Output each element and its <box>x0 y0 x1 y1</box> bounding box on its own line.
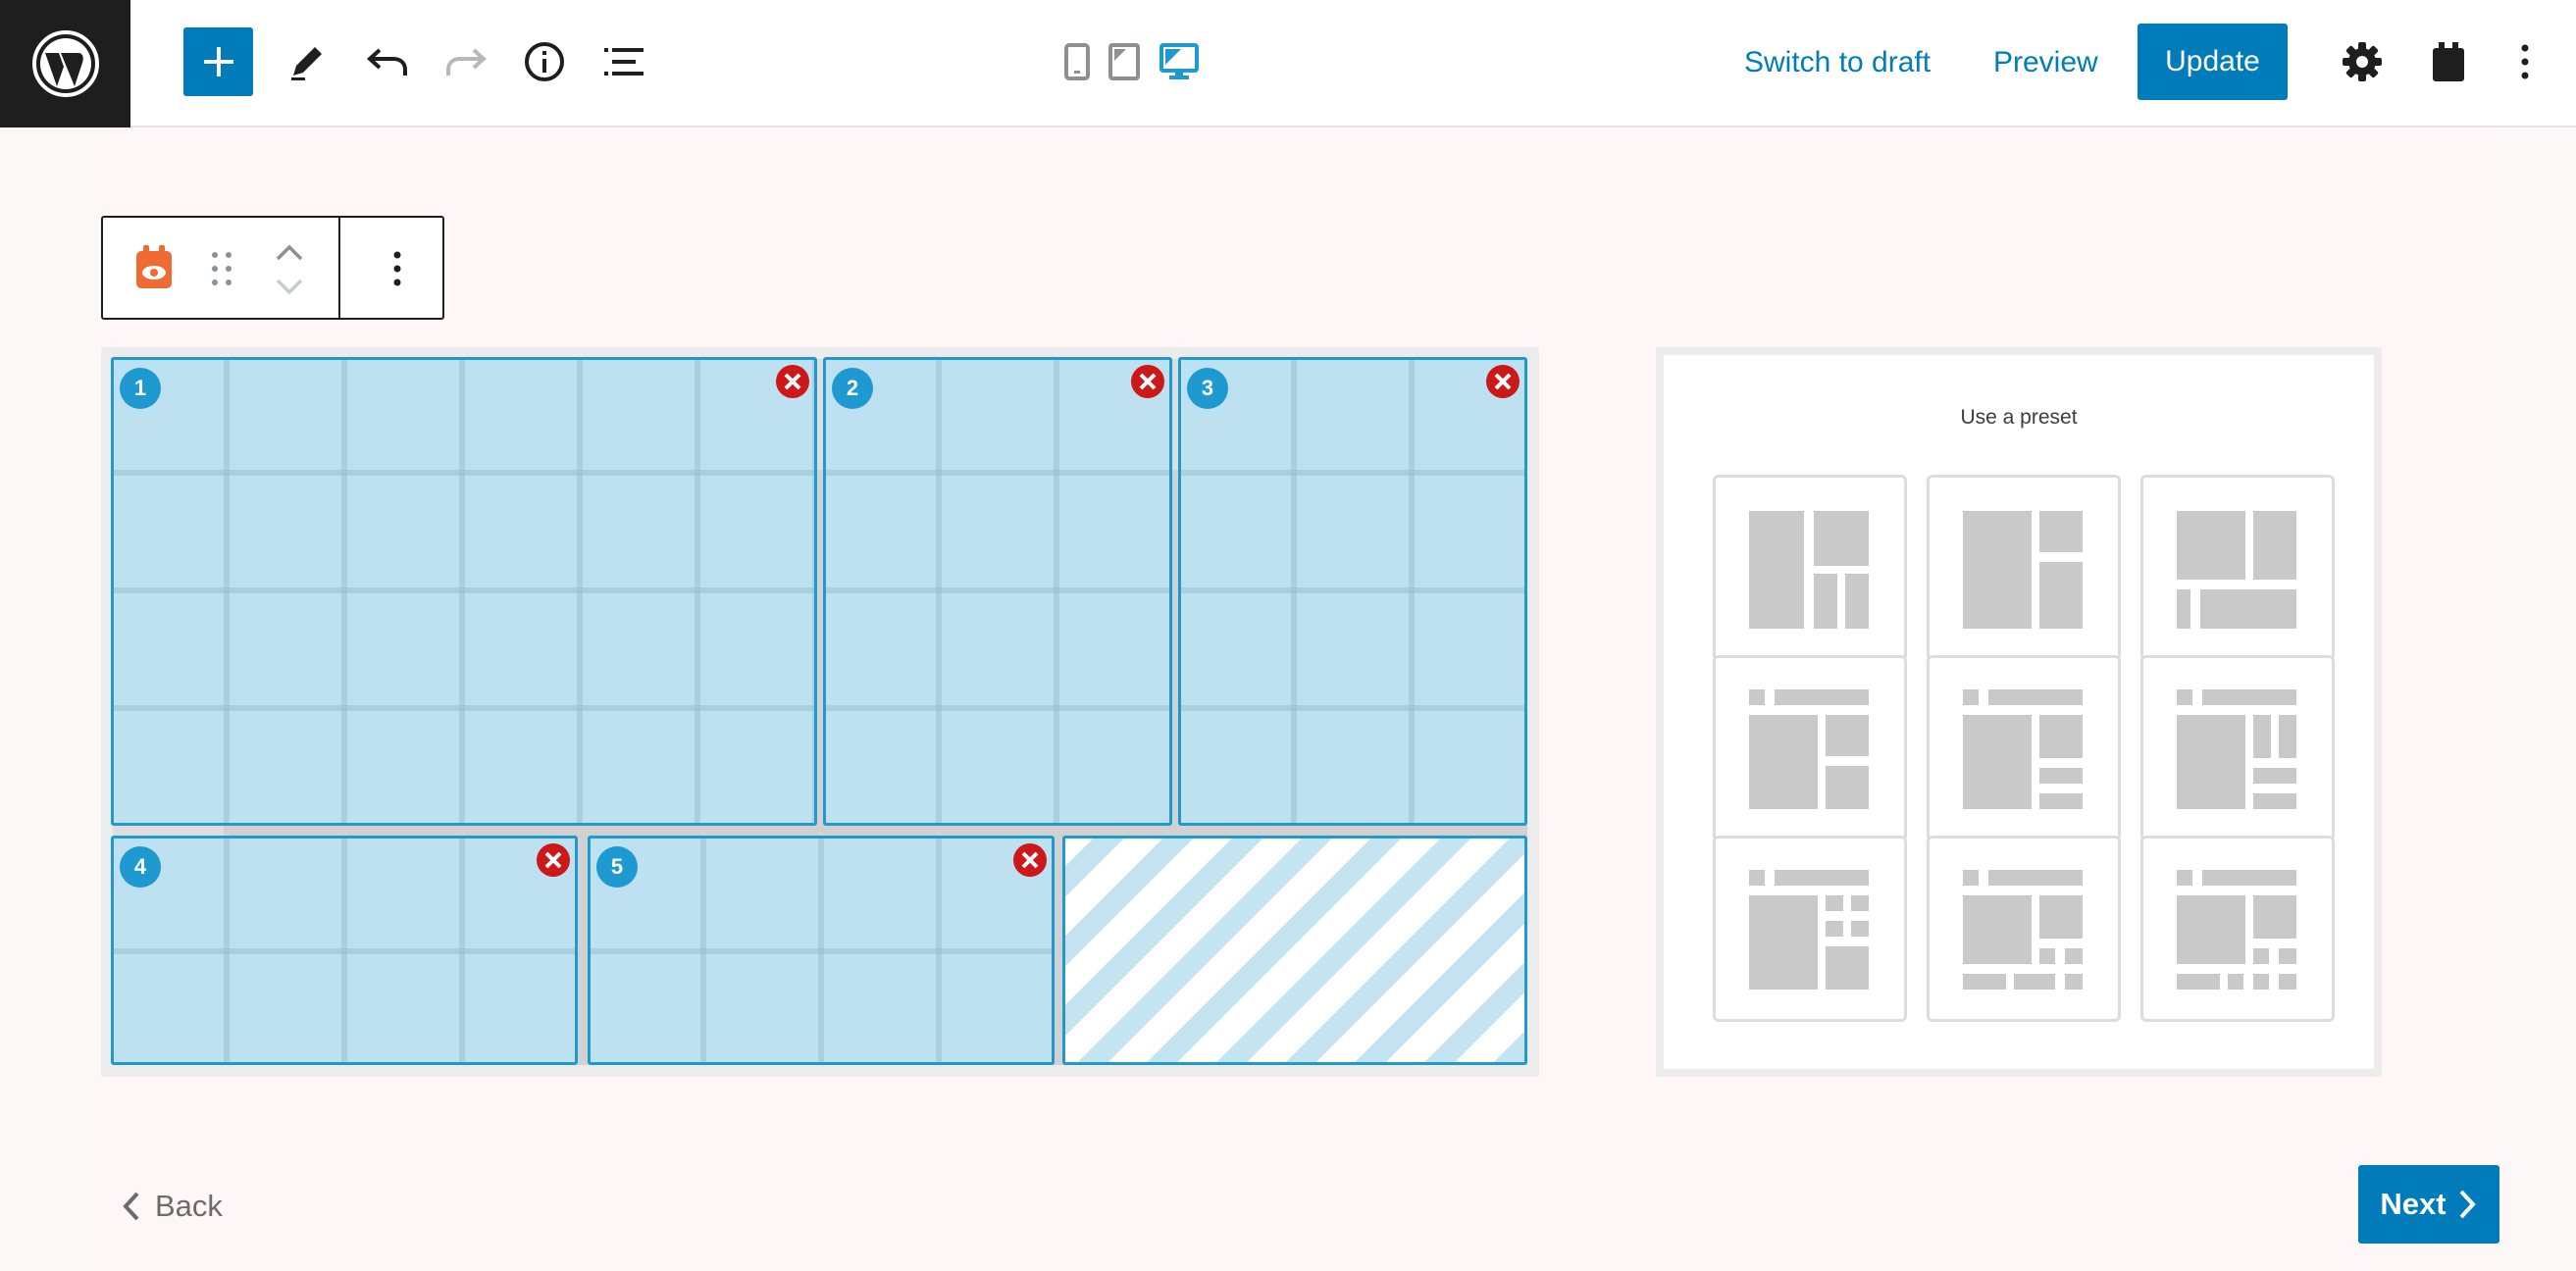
drag-handle[interactable] <box>205 247 238 290</box>
gear-icon <box>2343 42 2382 81</box>
vertical-ellipsis-icon <box>393 251 401 286</box>
preset-layout-3[interactable] <box>2140 475 2335 661</box>
update-button[interactable]: Update <box>2138 24 2288 100</box>
tablet-icon <box>1108 43 1140 80</box>
preset-layout-8[interactable] <box>1927 836 2121 1022</box>
preset-layout-4[interactable] <box>1713 655 1907 841</box>
settings-button[interactable] <box>2339 37 2386 86</box>
details-button[interactable] <box>520 31 569 92</box>
area-number-badge: 3 <box>1187 368 1228 409</box>
wordpress-logo-button[interactable] <box>0 0 130 127</box>
move-up-button[interactable] <box>268 239 311 265</box>
move-down-button[interactable] <box>268 275 311 300</box>
back-label: Back <box>155 1189 223 1223</box>
next-button[interactable]: Next <box>2358 1165 2499 1244</box>
block-options-button[interactable] <box>368 243 427 294</box>
preset-layout-9[interactable] <box>2140 836 2335 1022</box>
list-view-icon <box>604 48 644 76</box>
grid-area-5[interactable]: 5 <box>588 836 1055 1065</box>
desktop-icon <box>1159 43 1199 79</box>
chevron-left-icon <box>123 1192 139 1221</box>
mobile-preview-button[interactable] <box>1061 41 1093 82</box>
block-type-button[interactable] <box>130 241 178 292</box>
tablet-preview-button[interactable] <box>1107 41 1142 82</box>
preset-panel-title: Use a preset <box>1960 406 2078 429</box>
redo-icon <box>446 48 487 76</box>
calendar-eye-icon <box>136 245 172 288</box>
vertical-ellipsis-icon <box>2521 44 2529 79</box>
preset-layout-1[interactable] <box>1713 475 1907 661</box>
preset-layout-2[interactable] <box>1927 475 2121 661</box>
tools-button[interactable] <box>284 31 330 92</box>
preset-layout-6[interactable] <box>2140 655 2335 841</box>
remove-area-icon[interactable] <box>1012 842 1048 878</box>
preset-panel: Use a preset <box>1656 347 2382 1077</box>
plugin-sidebar-button[interactable] <box>2427 37 2470 86</box>
add-block-button[interactable] <box>183 27 253 96</box>
plugin-icon <box>2433 42 2464 81</box>
plus-icon <box>203 47 233 76</box>
undo-icon <box>367 48 407 76</box>
grid-area-2[interactable]: 2 <box>823 357 1172 826</box>
list-view-button[interactable] <box>598 31 649 92</box>
toolbar-divider <box>338 218 340 318</box>
chevron-down-icon <box>276 279 303 295</box>
editor-top-bar: Switch to draft Preview Update <box>0 0 2576 127</box>
back-button[interactable]: Back <box>120 1182 223 1231</box>
info-icon <box>525 42 564 81</box>
empty-grid-area[interactable] <box>1062 836 1527 1065</box>
preset-layout-5[interactable] <box>1927 655 2121 841</box>
undo-button[interactable] <box>363 31 412 92</box>
block-toolbar <box>101 216 444 320</box>
grid-area-3[interactable]: 3 <box>1178 357 1527 826</box>
mobile-icon <box>1064 43 1090 80</box>
remove-area-icon[interactable] <box>1130 364 1165 399</box>
area-number-badge: 1 <box>120 368 161 409</box>
remove-area-icon[interactable] <box>1485 364 1520 399</box>
grid-area-4[interactable]: 4 <box>111 836 578 1065</box>
chevron-up-icon <box>276 244 303 261</box>
preview-button[interactable]: Preview <box>1993 41 2098 84</box>
remove-area-icon[interactable] <box>775 364 810 399</box>
grid-area-1[interactable]: 1 <box>111 357 817 826</box>
area-number-badge: 4 <box>120 846 161 888</box>
wordpress-logo-icon <box>31 30 99 97</box>
grid-layout-editor: 1 2 3 4 5 <box>101 347 1539 1077</box>
options-menu-button[interactable] <box>2511 37 2539 86</box>
pencil-icon <box>291 47 322 80</box>
switch-to-draft-button[interactable]: Switch to draft <box>1744 41 1931 84</box>
preset-layout-7[interactable] <box>1713 836 1907 1022</box>
desktop-preview-button[interactable] <box>1158 41 1201 82</box>
drag-handle-icon <box>212 252 232 285</box>
area-number-badge: 5 <box>596 846 638 888</box>
chevron-right-icon <box>2459 1190 2476 1219</box>
redo-button[interactable] <box>441 31 490 92</box>
next-label: Next <box>2380 1187 2447 1221</box>
area-number-badge: 2 <box>832 368 873 409</box>
remove-area-icon[interactable] <box>536 842 571 878</box>
